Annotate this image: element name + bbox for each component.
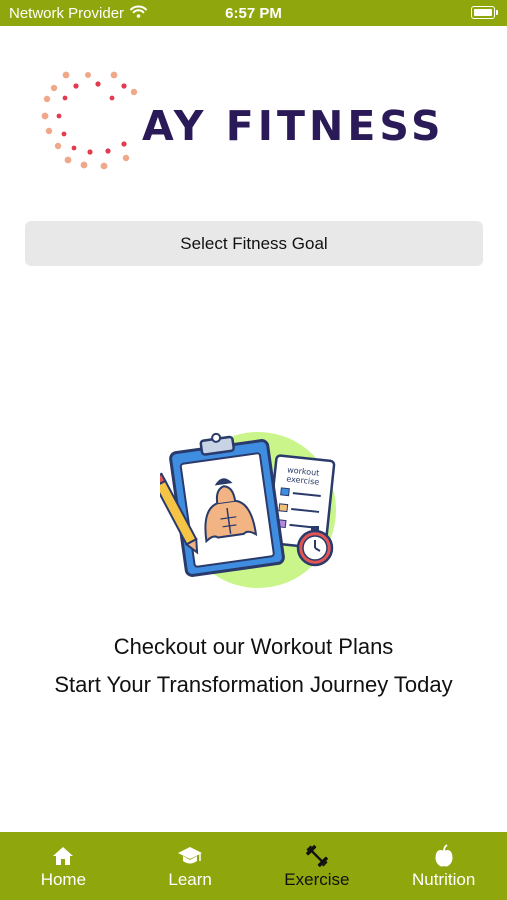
promo-line-2: Start Your Transformation Journey Today [54, 672, 453, 697]
tab-home[interactable]: Home [0, 832, 127, 900]
home-icon [50, 844, 76, 868]
status-bar: Network Provider 6:57 PM [0, 0, 507, 26]
dotted-circle-logo [41, 71, 138, 170]
dumbbell-icon [304, 844, 330, 868]
battery-icon [471, 6, 498, 19]
tab-home-label: Home [40, 870, 87, 889]
tab-exercise[interactable]: Exercise [254, 832, 381, 900]
tab-exercise-label: Exercise [284, 870, 350, 889]
status-time: 6:57 PM [225, 5, 282, 22]
workout-plan-illustration: workout exercise [150, 428, 340, 593]
select-fitness-goal-label: Select Fitness Goal [180, 233, 328, 253]
apple-icon [431, 844, 457, 868]
graduation-cap-icon [177, 844, 203, 868]
tab-nutrition[interactable]: Nutrition [380, 832, 507, 900]
tab-learn-label: Learn [168, 870, 212, 889]
promo-line-1: Checkout our Workout Plans [113, 634, 394, 659]
select-fitness-goal-button[interactable]: Select Fitness Goal [25, 221, 483, 266]
app-logo: AY FITNESS [38, 68, 458, 178]
tab-nutrition-label: Nutrition [411, 870, 476, 889]
bottom-tab-bar: Home Learn Exercise Nutrition [0, 832, 507, 900]
logo-text: AY FITNESS [142, 102, 445, 150]
tab-learn[interactable]: Learn [127, 832, 254, 900]
